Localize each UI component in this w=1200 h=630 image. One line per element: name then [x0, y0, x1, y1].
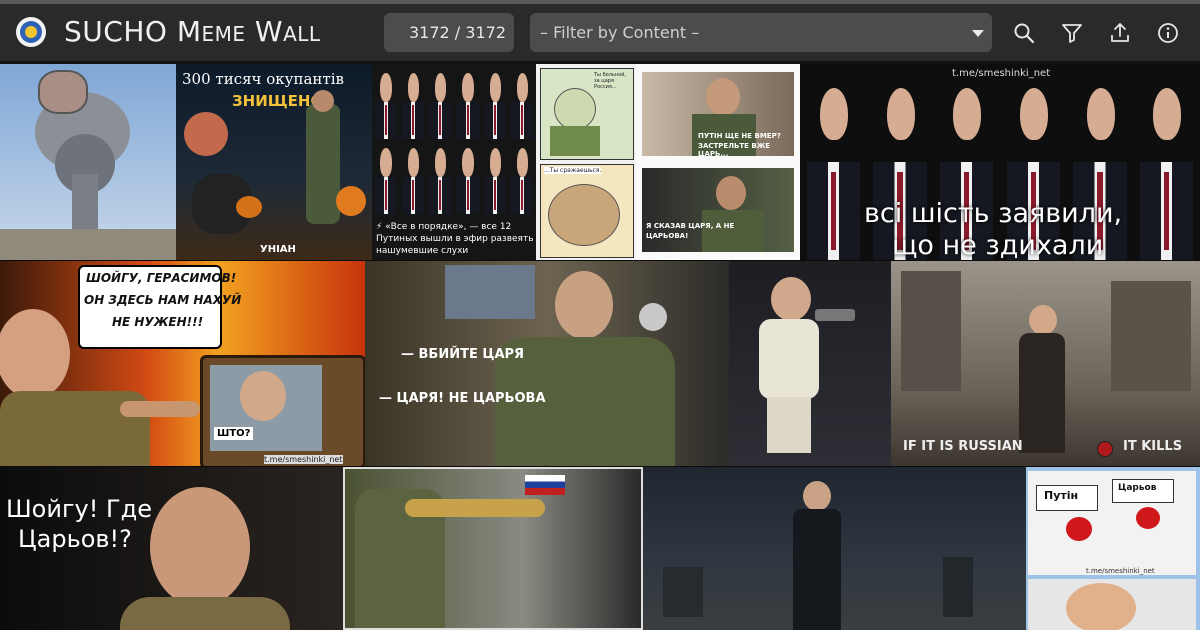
tile-caption: Царьов!? — [18, 525, 132, 553]
portrait-tie — [411, 105, 415, 136]
tile-caption: ЦАРЬОВА! — [646, 232, 689, 240]
tile-caption: IF IT IS RUSSIAN — [903, 439, 1023, 454]
tile-caption: ПУТІН ЩЕ НЕ ВМЕР? — [698, 132, 781, 140]
portrait-face — [434, 73, 447, 102]
tile-watermark: t.me/smeshinki_net — [952, 68, 1051, 79]
portrait-tie — [384, 105, 387, 136]
tile-watermark: t.me/smeshinki_net — [1086, 567, 1155, 575]
meme-tile[interactable] — [343, 467, 643, 630]
meme-tile[interactable]: IF IT IS RUSSIAN IT KILLS — [891, 261, 1200, 466]
portrait-tie — [439, 180, 442, 211]
portrait-tie — [384, 180, 387, 211]
portrait-tie — [521, 105, 524, 136]
meme-tile[interactable]: ⚡ «Все в порядке», — все 12 Путиных вышл… — [372, 64, 536, 260]
tile-caption: ШОЙГУ, ГЕРАСИМОВ! — [86, 271, 237, 285]
portrait-face — [489, 148, 501, 177]
app-title-part-3: Wall — [254, 15, 321, 48]
tile-caption: Царьов — [1118, 483, 1157, 493]
portrait-face — [380, 73, 392, 102]
filter-placeholder: – Filter by Content – — [540, 23, 700, 42]
portrait-face — [1153, 87, 1182, 140]
moon — [184, 112, 228, 156]
tile-caption: ЗАСТРЕЛЬТЕ ВЖЕ ЦАРЬ... — [698, 142, 771, 158]
portrait-tie — [830, 171, 836, 251]
tile-caption: що не здихали — [892, 230, 1104, 260]
portrait-face — [516, 148, 529, 177]
tile-caption: Я СКАЗАВ ЦАРЯ, А НЕ — [646, 222, 735, 230]
portrait-face — [886, 87, 915, 140]
tile-caption: ⚡ «Все в порядке», — все 12 — [376, 222, 512, 232]
portrait-face — [489, 73, 501, 102]
tile-caption: Путиных вышли в эфир развеять — [376, 234, 534, 244]
meme-tile[interactable] — [643, 467, 1026, 630]
meme-tile[interactable]: Шойгу! Где Царьов!? — [0, 467, 343, 630]
meme-tile[interactable] — [0, 64, 176, 260]
upload-icon[interactable] — [1108, 21, 1132, 45]
soldier-figure — [306, 104, 340, 224]
meme-tile[interactable] — [729, 261, 891, 466]
filter-icon[interactable] — [1060, 21, 1084, 45]
tile-caption: 300 тисяч окупантів — [182, 70, 344, 88]
tile-caption: всі шість заявили, — [864, 198, 1123, 229]
tile-caption: Ты больной, за царя Россия... — [594, 72, 627, 90]
tile-caption: IT KILLS — [1123, 439, 1183, 454]
portrait-face — [1020, 87, 1048, 140]
portrait-face — [462, 73, 474, 102]
tile-caption: Путін — [1044, 489, 1079, 502]
tile-caption: нашумевшие слухи — [376, 246, 469, 256]
portrait-tie — [466, 105, 469, 136]
app-title: SUCHO Meme Wall — [64, 15, 321, 49]
meme-tile[interactable]: ШОЙГУ, ГЕРАСИМОВ! ОН ЗДЕСЬ НАМ НАХУЙ НЕ … — [0, 261, 365, 466]
portrait-tie — [493, 105, 497, 136]
app-title-part-1: SUCHO — [64, 15, 168, 48]
meme-grid: 300 тисяч окупантів ЗНИЩЕНО УНІАН ⚡ «Все… — [0, 64, 1200, 630]
portrait-face — [953, 87, 982, 140]
tile-caption: — ЦАРЯ! НЕ ЦАРЬОВА — [379, 391, 546, 406]
portrait-tie — [411, 180, 415, 211]
cartoon-bear-head — [38, 70, 88, 114]
tile-caption: ШТО? — [214, 427, 254, 440]
tile-caption: — ВБИЙТЕ ЦАРЯ — [401, 347, 525, 362]
sucho-logo[interactable] — [16, 17, 46, 47]
portrait-face — [407, 73, 419, 102]
meme-tile[interactable]: ПУТІН ЩЕ НЕ ВМЕР? ЗАСТРЕЛЬТЕ ВЖЕ ЦАРЬ...… — [636, 64, 800, 260]
meme-tile[interactable]: Путін Царьов t.me/smeshinki_net — [1026, 467, 1200, 630]
red-button — [1136, 507, 1160, 529]
portrait-face — [516, 73, 529, 102]
chevron-down-icon — [972, 30, 984, 37]
portrait-tie — [439, 105, 442, 136]
item-counter-input[interactable]: 3172 / 3172 — [384, 13, 514, 52]
portrait-tie — [521, 180, 524, 211]
portrait-face — [820, 87, 848, 140]
meme-tile[interactable]: Ты больной, за царя Россия... ...Ты сраж… — [536, 64, 636, 260]
tile-caption: Шойгу! Где — [6, 495, 153, 523]
portrait-face — [434, 148, 447, 177]
red-button — [1066, 517, 1092, 541]
tile-watermark: t.me/smeshinki_net — [264, 455, 343, 464]
portrait-tie — [1164, 171, 1170, 251]
tile-caption: НЕ НУЖЕН!!! — [112, 315, 204, 329]
portrait-face — [380, 148, 392, 177]
portrait-face — [462, 148, 474, 177]
search-icon[interactable] — [1012, 21, 1036, 45]
portrait-face — [407, 148, 419, 177]
app-header: SUCHO Meme Wall 3172 / 3172 – Filter by … — [0, 4, 1200, 61]
tile-watermark: УНІАН — [260, 244, 296, 255]
meme-tile[interactable]: t.me/smeshinki_net всі шість заявили, що… — [800, 64, 1200, 260]
tile-caption: ОН ЗДЕСЬ НАМ НАХУЙ — [84, 293, 242, 307]
portrait-face — [1086, 87, 1115, 140]
portrait-tie — [493, 180, 497, 211]
content-filter-select[interactable]: – Filter by Content – — [530, 13, 992, 52]
info-icon[interactable] — [1156, 21, 1180, 45]
meme-tile[interactable]: — ВБИЙТЕ ЦАРЯ — ЦАРЯ! НЕ ЦАРЬОВА — [365, 261, 729, 466]
meme-tile[interactable]: 300 тисяч окупантів ЗНИЩЕНО УНІАН — [176, 64, 372, 260]
portrait-tie — [466, 180, 469, 211]
app-title-part-2: Meme — [176, 15, 246, 48]
tile-caption: ...Ты сражаешься. — [544, 167, 602, 174]
